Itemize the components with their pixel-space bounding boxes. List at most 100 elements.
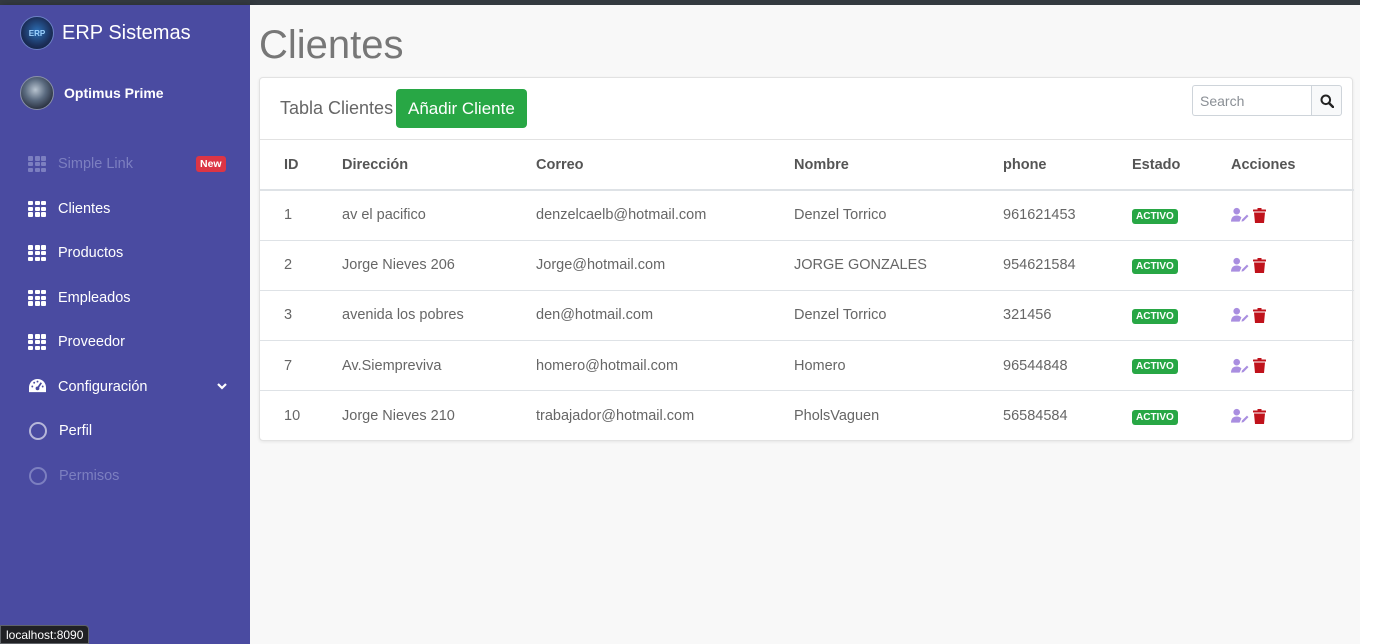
cell-acciones bbox=[1231, 290, 1354, 342]
column-header-correo[interactable]: Correo bbox=[536, 140, 794, 191]
cell-correo: den@hotmail.com bbox=[536, 290, 794, 342]
user-panel[interactable]: Optimus Prime bbox=[20, 76, 164, 110]
circle-icon bbox=[29, 466, 47, 485]
cell-nombre: PholsVaguen bbox=[794, 408, 880, 425]
table-row: 3 avenida los pobres den@hotmail.com Den… bbox=[260, 290, 1354, 342]
clients-card: Tabla Clientes Añadir Cliente ID Direcci… bbox=[259, 77, 1354, 441]
grid-icon bbox=[28, 200, 46, 217]
trash-icon[interactable] bbox=[1253, 307, 1266, 323]
grid-icon bbox=[28, 289, 46, 306]
page-title: Clientes bbox=[259, 23, 404, 67]
brand-logo: ERP bbox=[20, 16, 54, 50]
card-header: Tabla Clientes Añadir Cliente bbox=[260, 78, 1352, 140]
sidebar-item-label: Perfil bbox=[59, 423, 93, 440]
user-edit-icon[interactable] bbox=[1231, 408, 1250, 424]
main-content: Clientes Tabla Clientes Añadir Cliente I… bbox=[250, 5, 1360, 644]
column-header-direccion[interactable]: Dirección bbox=[342, 140, 536, 191]
cell-estado: ACTIVO bbox=[1132, 391, 1231, 441]
cell-nombre: Homero bbox=[794, 340, 1003, 392]
sidebar-item-proveedor[interactable]: Proveedor bbox=[0, 320, 250, 365]
user-edit-icon[interactable] bbox=[1231, 257, 1250, 273]
cell-estado: ACTIVO bbox=[1132, 340, 1231, 392]
cell-nombre: Denzel Torrico bbox=[794, 290, 1003, 342]
sidebar: ERP ERP Sistemas Optimus Prime Simple Li… bbox=[0, 5, 250, 644]
sidebar-item-productos[interactable]: Productos bbox=[0, 231, 250, 276]
sidebar-item-label: Clientes bbox=[58, 200, 111, 217]
cell-direccion: Av.Siempreviva bbox=[342, 340, 536, 392]
new-badge: New bbox=[196, 156, 226, 172]
column-header-id[interactable]: ID bbox=[260, 140, 342, 191]
cell-id: 2 bbox=[260, 240, 342, 291]
brand[interactable]: ERP ERP Sistemas bbox=[20, 15, 191, 51]
cell-phone: 96544848 bbox=[1003, 340, 1132, 392]
sidebar-item-clientes[interactable]: Clientes bbox=[0, 187, 250, 232]
sidebar-item-label: Proveedor bbox=[58, 334, 125, 351]
column-header-phone[interactable]: phone bbox=[1003, 140, 1132, 191]
table-header-row: ID Dirección Correo Nombre phone Estado … bbox=[260, 140, 1354, 191]
sidebar-item-permisos[interactable]: Permisos bbox=[0, 454, 250, 499]
trash-icon[interactable] bbox=[1253, 257, 1266, 273]
cell-estado: ACTIVO bbox=[1132, 290, 1231, 342]
cell-phone: 954621584 bbox=[1003, 240, 1132, 291]
card-title: Tabla Clientes bbox=[280, 98, 394, 118]
cell-nombre: JORGE GONZALES bbox=[794, 240, 1003, 291]
cell-direccion: Jorge Nieves 206 bbox=[342, 240, 536, 291]
cell-direccion: av el pacifico bbox=[342, 190, 536, 241]
sidebar-item-label: Empleados bbox=[58, 289, 131, 306]
trash-icon[interactable] bbox=[1253, 408, 1266, 424]
sidebar-item-label: Simple Link bbox=[58, 156, 133, 173]
cell-acciones bbox=[1231, 340, 1354, 392]
cell-estado: ACTIVO bbox=[1132, 240, 1231, 291]
clients-table: ID Dirección Correo Nombre phone Estado … bbox=[260, 140, 1354, 441]
cell-id: 10 bbox=[284, 408, 301, 425]
cell-id: 7 bbox=[260, 340, 342, 392]
sidebar-item-empleados[interactable]: Empleados bbox=[0, 276, 250, 321]
sidebar-item-configuracion[interactable]: Configuración bbox=[0, 365, 250, 410]
search-input[interactable] bbox=[1192, 85, 1311, 116]
chevron-down-icon[interactable] bbox=[216, 381, 228, 391]
cell-id: 3 bbox=[260, 290, 342, 342]
cell-id: 1 bbox=[260, 190, 342, 241]
cell-correo: Jorge@hotmail.com bbox=[536, 240, 794, 291]
avatar bbox=[20, 76, 54, 110]
cell-nombre: Denzel Torrico bbox=[794, 190, 1003, 241]
status-badge: ACTIVO bbox=[1132, 258, 1178, 274]
user-edit-icon[interactable] bbox=[1231, 207, 1250, 223]
cell-acciones bbox=[1231, 190, 1354, 241]
search-box bbox=[1192, 85, 1342, 116]
window-edge bbox=[1360, 0, 1376, 644]
sidebar-item-label: Productos bbox=[58, 245, 124, 262]
column-header-estado[interactable]: Estado bbox=[1132, 140, 1231, 191]
cell-acciones bbox=[1231, 240, 1354, 291]
table-row: 7 Av.Siempreviva homero@hotmail.com Home… bbox=[260, 340, 1354, 392]
sidebar-nav: Simple Link New Clientes Productos Emple… bbox=[0, 142, 250, 498]
cell-estado: ACTIVO bbox=[1132, 190, 1231, 241]
user-edit-icon[interactable] bbox=[1231, 307, 1250, 323]
cell-direccion: Jorge Nieves 210 bbox=[342, 408, 455, 425]
status-bar-url: localhost:8090 bbox=[0, 625, 90, 644]
cell-direccion: avenida los pobres bbox=[342, 290, 536, 342]
cell-correo: trabajador@hotmail.com bbox=[536, 408, 695, 425]
column-header-nombre[interactable]: Nombre bbox=[794, 140, 1003, 191]
grid-icon bbox=[28, 156, 46, 173]
trash-icon[interactable] bbox=[1253, 358, 1266, 374]
cell-correo: homero@hotmail.com bbox=[536, 340, 794, 392]
sidebar-item-label: Configuración bbox=[58, 378, 148, 395]
user-edit-icon[interactable] bbox=[1231, 358, 1250, 374]
sidebar-item-simple-link[interactable]: Simple Link New bbox=[0, 142, 250, 187]
brand-name: ERP Sistemas bbox=[62, 21, 191, 44]
sidebar-item-perfil[interactable]: Perfil bbox=[0, 409, 250, 454]
status-badge: ACTIVO bbox=[1132, 208, 1178, 224]
status-badge: ACTIVO bbox=[1132, 359, 1178, 375]
cell-correo: denzelcaelb@hotmail.com bbox=[536, 190, 794, 241]
status-badge: ACTIVO bbox=[1132, 409, 1178, 425]
cell-acciones bbox=[1231, 391, 1354, 441]
cell-phone: 56584584 bbox=[1003, 408, 1068, 425]
column-header-acciones: Acciones bbox=[1231, 140, 1354, 191]
search-icon bbox=[1320, 94, 1334, 108]
search-button[interactable] bbox=[1311, 85, 1342, 116]
add-client-button[interactable]: Añadir Cliente bbox=[396, 89, 527, 128]
trash-icon[interactable] bbox=[1253, 207, 1266, 223]
cell-phone: 321456 bbox=[1003, 290, 1132, 342]
table-row: 10 Jorge Nieves 210 trabajador@hotmail.c… bbox=[260, 391, 1354, 441]
